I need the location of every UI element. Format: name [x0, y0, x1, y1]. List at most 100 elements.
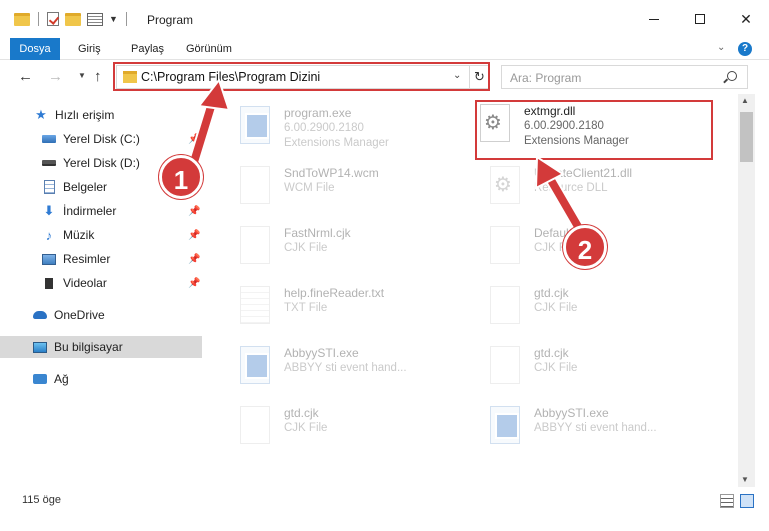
- title-bar: ▼ Program ✕: [0, 0, 769, 38]
- address-path[interactable]: C:\Program Files\Program Dizini: [141, 70, 320, 84]
- ribbon-expand-icon[interactable]: ⌄: [717, 42, 725, 53]
- vertical-scrollbar[interactable]: ▲ ▼: [738, 94, 755, 487]
- scroll-up-icon[interactable]: ▲: [741, 96, 749, 105]
- sidebar-item-label: Yerel Disk (C:): [63, 132, 140, 146]
- file-description: Extensions Manager: [524, 135, 629, 147]
- file-type: CJK File: [284, 242, 328, 254]
- sidebar-item-drive-c[interactable]: Yerel Disk (C:) 📌: [0, 128, 202, 150]
- forward-arrow-icon[interactable]: →: [48, 68, 63, 85]
- sidebar-item-downloads[interactable]: ⬇ İndirmeler 📌: [0, 200, 202, 222]
- pin-icon[interactable]: 📌: [188, 206, 200, 217]
- file-name: SndToWP14.wcm: [284, 166, 379, 180]
- folder-icon[interactable]: [14, 12, 30, 26]
- back-arrow-icon[interactable]: ←: [18, 68, 33, 85]
- tab-view[interactable]: Görünüm: [176, 38, 242, 60]
- onedrive-icon: [33, 308, 47, 322]
- file-description: ABBYY sti event hand...: [534, 422, 657, 434]
- sidebar-item-label: Videolar: [63, 276, 107, 290]
- separator: [38, 12, 39, 26]
- drive-c-icon: [42, 132, 56, 146]
- item-count: 115 öge: [22, 494, 61, 506]
- pin-icon[interactable]: 📌: [188, 230, 200, 241]
- app-icon: [490, 406, 520, 444]
- file-name: UpdateClient21.dll: [534, 166, 633, 180]
- maximize-button[interactable]: [677, 0, 723, 38]
- file-item[interactable]: program.exe 6.00.2900.2180 Extensions Ma…: [216, 102, 466, 162]
- star-icon: ★: [35, 107, 47, 122]
- separator: [125, 12, 127, 26]
- folder-icon: [123, 71, 137, 83]
- sidebar-item-videos[interactable]: Videolar 📌: [0, 272, 202, 294]
- file-type: CJK File: [534, 302, 578, 314]
- target-file-item[interactable]: extmgr.dll 6.00.2900.2180 Extensions Man…: [456, 100, 706, 160]
- search-input[interactable]: Ara: Program: [501, 65, 748, 89]
- file-item[interactable]: FastNrml.cjk CJK File: [216, 222, 466, 282]
- tab-file[interactable]: Dosya: [10, 38, 60, 60]
- quick-access-toolbar: ▼: [14, 12, 129, 26]
- address-bar[interactable]: C:\Program Files\Program Dizini ⌄ ↻: [116, 65, 489, 89]
- scroll-thumb[interactable]: [740, 112, 753, 162]
- network-icon: [33, 372, 47, 386]
- file-version: 6.00.2900.2180: [284, 122, 364, 134]
- file-item[interactable]: SndToWP14.wcm WCM File: [216, 162, 466, 222]
- file-name: program.exe: [284, 106, 352, 120]
- file-name: gtd.cjk: [284, 406, 319, 420]
- file-item[interactable]: gtd.cjk CJK File: [466, 342, 716, 402]
- music-icon: ♪: [45, 227, 53, 243]
- file-type: CJK File: [284, 422, 328, 434]
- file-item[interactable]: UpdateClient21.dll Resource DLL: [466, 162, 716, 222]
- sidebar-item-music[interactable]: ♪ Müzik 📌: [0, 224, 202, 246]
- app-icon: [240, 346, 270, 384]
- search-placeholder: Ara: Program: [510, 71, 582, 85]
- refresh-icon[interactable]: ↻: [469, 66, 489, 88]
- tab-share[interactable]: Paylaş: [121, 38, 174, 60]
- videos-icon: [42, 276, 56, 290]
- recent-locations-icon[interactable]: ▼: [78, 71, 86, 80]
- sidebar-item-onedrive[interactable]: OneDrive: [0, 304, 202, 326]
- pictures-icon: [42, 252, 56, 266]
- file-name: AbbyySTI.exe: [534, 406, 609, 420]
- sidebar-item-label: Bu bilgisayar: [54, 340, 123, 354]
- file-name: gtd.cjk: [534, 286, 569, 300]
- window-title: Program: [147, 13, 194, 27]
- sidebar-item-this-pc[interactable]: Bu bilgisayar: [0, 336, 202, 358]
- minimize-button[interactable]: [631, 0, 677, 38]
- file-version: 6.00.2900.2180: [524, 120, 604, 132]
- close-button[interactable]: ✕: [723, 0, 769, 38]
- pin-icon[interactable]: 📌: [188, 278, 200, 289]
- sidebar-item-label: Müzik: [63, 228, 95, 242]
- chevron-down-icon[interactable]: ▼: [109, 14, 118, 24]
- file-type: Resource DLL: [534, 182, 608, 194]
- pin-icon[interactable]: 📌: [188, 254, 200, 265]
- navigation-pane: ★ Hızlı erişim Yerel Disk (C:) 📌 Yerel D…: [0, 94, 205, 470]
- new-folder-icon[interactable]: [65, 12, 81, 26]
- close-icon: ✕: [740, 10, 752, 27]
- file-item[interactable]: gtd.cjk CJK File: [216, 402, 466, 462]
- chevron-down-icon[interactable]: ⌄: [453, 70, 461, 81]
- scroll-down-icon[interactable]: ▼: [741, 475, 749, 484]
- file-item[interactable]: help.fineReader.txt TXT File: [216, 282, 466, 342]
- file-item[interactable]: AbbyySTI.exe ABBYY sti event hand...: [216, 342, 466, 402]
- up-arrow-icon[interactable]: ↑: [94, 68, 102, 85]
- help-icon[interactable]: ?: [738, 42, 752, 56]
- details-view-icon[interactable]: [720, 494, 734, 508]
- ribbon-tabs: Dosya Giriş Paylaş Görünüm ⌄ ?: [0, 38, 769, 60]
- sidebar-item-network[interactable]: Ağ: [0, 368, 202, 390]
- file-item[interactable]: gtd.cjk CJK File: [466, 282, 716, 342]
- minimize-icon: [649, 18, 659, 20]
- properties-check-icon[interactable]: [47, 12, 59, 26]
- gear-file-icon: [490, 166, 520, 204]
- downloads-icon: ⬇: [43, 203, 55, 218]
- tab-home[interactable]: Giriş: [68, 38, 111, 60]
- search-icon: [727, 71, 737, 81]
- pin-icon[interactable]: 📌: [188, 134, 200, 145]
- properties-icon[interactable]: [87, 12, 103, 26]
- sidebar-item-quick-access[interactable]: ★ Hızlı erişim: [0, 104, 202, 126]
- file-item[interactable]: AbbyySTI.exe ABBYY sti event hand...: [466, 402, 716, 462]
- sidebar-item-pictures[interactable]: Resimler 📌: [0, 248, 202, 270]
- file-type: WCM File: [284, 182, 335, 194]
- app-icon: [240, 106, 270, 144]
- large-icons-view-icon[interactable]: [740, 494, 754, 508]
- file-type: CJK File: [534, 362, 578, 374]
- sidebar-item-label: Resimler: [63, 252, 111, 266]
